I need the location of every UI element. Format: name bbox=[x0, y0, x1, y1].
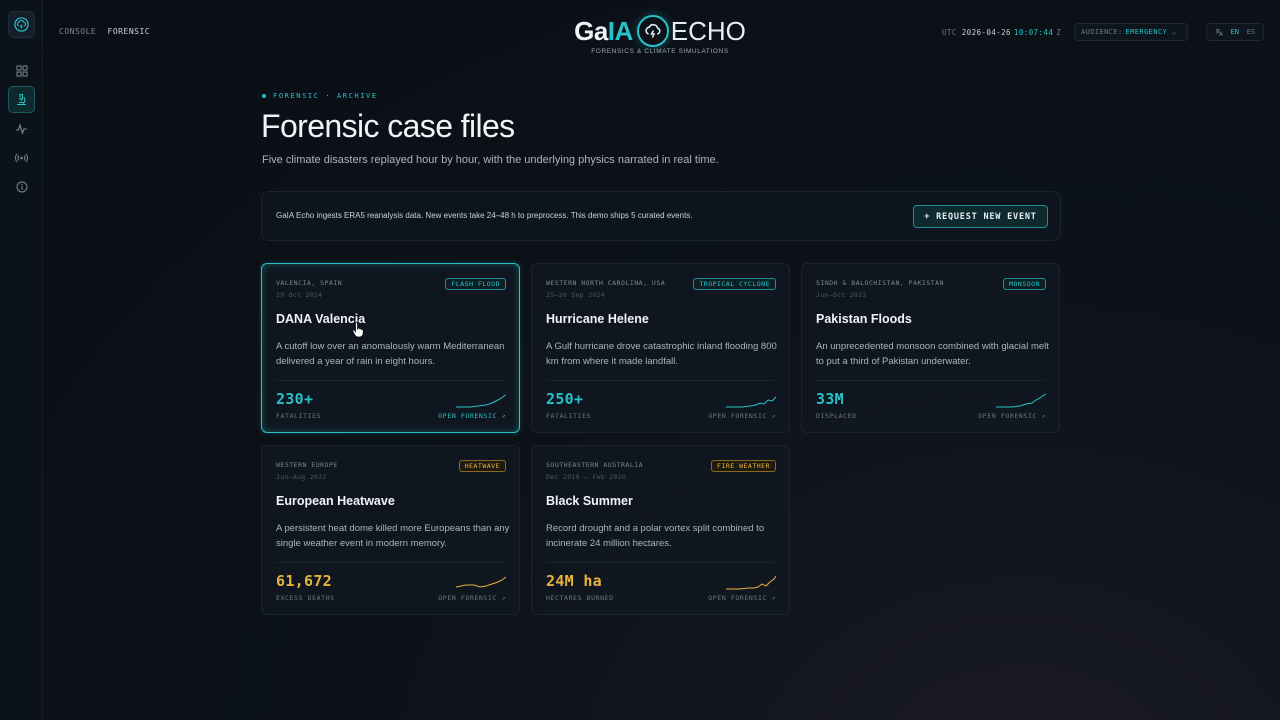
card-location: SINDH & BALOCHISTAN, PAKISTAN bbox=[816, 279, 944, 287]
language-switcher: EN ES bbox=[1206, 23, 1264, 41]
page-subtitle: Five climate disasters replayed hour by … bbox=[262, 154, 719, 166]
case-card[interactable]: SOUTHEASTERN AUSTRALIA Dec 2019 – Feb 20… bbox=[531, 445, 790, 615]
audience-select[interactable]: AUDIENCE: EMERGENCY ⌄ bbox=[1074, 23, 1188, 41]
open-forensic-link[interactable]: OPEN FORENSIC ↗ bbox=[438, 594, 506, 602]
translate-icon bbox=[1215, 29, 1223, 36]
sidebar-item-broadcast[interactable] bbox=[8, 144, 35, 171]
card-stat-value: 33M bbox=[816, 390, 844, 408]
card-tag-badge: FLASH FLOOD bbox=[445, 278, 506, 290]
sparkline bbox=[726, 575, 776, 590]
sidebar-item-signals[interactable] bbox=[8, 115, 35, 142]
card-divider bbox=[276, 380, 505, 381]
sparkline bbox=[726, 396, 776, 408]
card-description: A Gulf hurricane drove catastrophic inla… bbox=[546, 341, 777, 367]
card-date: Jun–Aug 2022 bbox=[276, 473, 327, 481]
card-description: An unprecedented monsoon combined with g… bbox=[816, 341, 1049, 367]
card-divider bbox=[546, 380, 775, 381]
lang-es[interactable]: ES bbox=[1247, 28, 1255, 36]
breadcrumb: CONSOLE FORENSIC bbox=[59, 27, 150, 36]
brand-tagline: FORENSICS & CLIMATE SIMULATIONS bbox=[591, 48, 729, 55]
sparkline bbox=[456, 394, 506, 408]
card-description: Record drought and a polar vortex split … bbox=[546, 523, 765, 549]
sidebar bbox=[0, 0, 43, 720]
card-stat-label: EXCESS DEATHS bbox=[276, 594, 335, 602]
open-forensic-link[interactable]: OPEN FORENSIC ↗ bbox=[708, 412, 776, 420]
case-card[interactable]: VALENCIA, SPAIN 29 Oct 2024 FLASH FLOOD … bbox=[261, 263, 520, 433]
case-card[interactable]: SINDH & BALOCHISTAN, PAKISTAN Jun–Oct 20… bbox=[801, 263, 1060, 433]
open-forensic-link[interactable]: OPEN FORENSIC ↗ bbox=[978, 412, 1046, 420]
sidebar-item-info[interactable] bbox=[8, 173, 35, 200]
card-tag-badge: HEATWAVE bbox=[458, 460, 506, 472]
card-title: Pakistan Floods bbox=[816, 312, 912, 326]
audience-value: EMERGENCY bbox=[1125, 28, 1168, 36]
card-location: WESTERN NORTH CAROLINA, USA bbox=[546, 279, 666, 287]
brand-logo: GaIA ECHO FORENSICS & CLIMATE SIMULATION… bbox=[560, 12, 760, 55]
request-new-event-button[interactable]: + REQUEST NEW EVENT bbox=[913, 205, 1048, 228]
card-stat-label: FATALITIES bbox=[276, 412, 322, 420]
card-location: VALENCIA, SPAIN bbox=[276, 279, 343, 287]
card-divider bbox=[276, 562, 505, 563]
brand-gai: GaIA bbox=[574, 15, 633, 46]
breadcrumb-console[interactable]: CONSOLE bbox=[59, 27, 96, 36]
info-icon bbox=[16, 181, 27, 192]
card-title: Hurricane Helene bbox=[546, 312, 649, 326]
card-title: Black Summer bbox=[546, 494, 633, 508]
card-tag-badge: FIRE WEATHER bbox=[711, 460, 776, 472]
audience-label: AUDIENCE: bbox=[1081, 28, 1123, 36]
card-stat-value: 230+ bbox=[276, 390, 314, 408]
microscope-icon bbox=[17, 94, 26, 105]
card-description: A cutoff low over an anomalously warm Me… bbox=[276, 341, 505, 367]
grid-icon bbox=[16, 65, 27, 76]
card-tag-badge: MONSOON bbox=[1003, 278, 1046, 290]
open-forensic-link[interactable]: OPEN FORENSIC ↗ bbox=[438, 412, 506, 420]
sparkline bbox=[456, 576, 506, 588]
card-date: 25–30 Sep 2024 bbox=[546, 291, 605, 299]
case-card[interactable]: WESTERN EUROPE Jun–Aug 2022 HEATWAVE Eur… bbox=[261, 445, 520, 615]
brand-echo: ECHO bbox=[670, 15, 746, 46]
card-tag-badge: TROPICAL CYCLONE bbox=[693, 278, 776, 290]
card-location: SOUTHEASTERN AUSTRALIA bbox=[546, 461, 644, 469]
sidebar-item-forensic[interactable] bbox=[8, 86, 35, 113]
cloud-bolt-icon bbox=[14, 17, 29, 32]
card-location: WESTERN EUROPE bbox=[276, 461, 338, 469]
card-stat-label: HECTARES BURNED bbox=[546, 594, 614, 602]
breadcrumb-forensic: FORENSIC bbox=[107, 27, 151, 36]
open-forensic-link[interactable]: OPEN FORENSIC ↗ bbox=[708, 594, 776, 602]
card-date: Jun–Oct 2022 bbox=[816, 291, 867, 299]
status-dot bbox=[262, 94, 266, 98]
sparkline bbox=[996, 393, 1046, 408]
sidebar-item-dashboard[interactable] bbox=[8, 57, 35, 84]
card-divider bbox=[546, 562, 775, 563]
card-divider bbox=[816, 380, 1045, 381]
card-stat-label: DISPLACED bbox=[816, 412, 857, 420]
card-description: A persistent heat dome killed more Europ… bbox=[276, 523, 510, 549]
activity-icon bbox=[16, 122, 27, 135]
utc-clock: UTC 2026-04-26 10:07:44 Z bbox=[942, 28, 1062, 37]
card-date: Dec 2019 – Feb 2020 bbox=[546, 473, 627, 481]
case-card[interactable]: WESTERN NORTH CAROLINA, USA 25–30 Sep 20… bbox=[531, 263, 790, 433]
page-title: Forensic case files bbox=[261, 108, 515, 144]
card-title: European Heatwave bbox=[276, 494, 395, 508]
ingest-notice: GaIA Echo ingests ERA5 reanalysis data. … bbox=[261, 191, 1061, 241]
card-stat-value: 24M ha bbox=[546, 572, 602, 590]
card-stat-value: 250+ bbox=[546, 390, 584, 408]
card-date: 29 Oct 2024 bbox=[276, 291, 323, 299]
notice-text: GaIA Echo ingests ERA5 reanalysis data. … bbox=[276, 211, 693, 220]
chevron-down-icon: ⌄ bbox=[1172, 28, 1177, 36]
page-eyebrow: FORENSIC · ARCHIVE bbox=[262, 92, 378, 100]
card-stat-value: 61,672 bbox=[276, 572, 332, 590]
card-stat-label: FATALITIES bbox=[546, 412, 592, 420]
cloud-bolt-logo-icon bbox=[636, 15, 669, 47]
lang-en[interactable]: EN bbox=[1231, 28, 1239, 36]
radio-icon bbox=[15, 152, 28, 163]
app-logo-button[interactable] bbox=[8, 11, 35, 38]
mouse-cursor-icon bbox=[352, 322, 364, 338]
